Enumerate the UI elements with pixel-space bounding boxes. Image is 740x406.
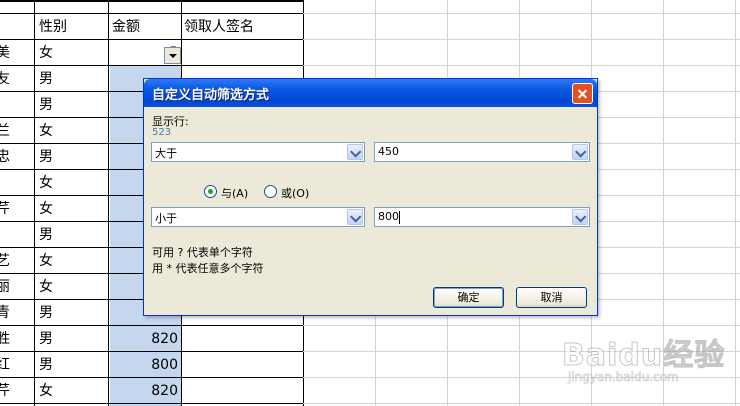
cell-name[interactable]: 青 <box>0 300 34 325</box>
cell-name[interactable] <box>0 92 34 117</box>
chevron-down-icon[interactable] <box>572 144 588 160</box>
condition2-operator-value: 小于 <box>155 212 177 225</box>
condition2-value-input[interactable]: 800 <box>374 207 590 227</box>
cell-gender[interactable]: 男 <box>39 66 107 91</box>
cell-gender[interactable]: 女 <box>39 378 107 403</box>
header-signature[interactable]: 领取人签名 <box>184 14 302 39</box>
cell-gender[interactable]: 男 <box>39 300 107 325</box>
or-radio-label[interactable]: 或(O) <box>281 185 309 201</box>
condition1-operator-select[interactable]: 大于 <box>151 142 365 162</box>
condition2-value-text: 800 <box>378 210 399 223</box>
cell-gender[interactable]: 男 <box>39 92 107 117</box>
cell-gender[interactable]: 女 <box>39 40 107 65</box>
cell-amount[interactable]: 820 <box>110 378 180 403</box>
cell-gender[interactable]: 女 <box>39 196 107 221</box>
cell-gender[interactable]: 男 <box>39 326 107 351</box>
chevron-down-icon[interactable] <box>347 209 363 225</box>
watermark-text: Baidu经验 <box>561 338 726 374</box>
cell-name[interactable] <box>0 222 34 247</box>
cell-gender[interactable]: 女 <box>39 274 107 299</box>
chevron-down-icon[interactable] <box>347 144 363 160</box>
cell-name[interactable]: 兰 <box>0 118 34 143</box>
wildcard-hint-multi: 用 * 代表任意多个字符 <box>152 262 264 275</box>
condition2-operator-select[interactable]: 小于 <box>151 207 365 227</box>
cell-name[interactable]: 友 <box>0 66 34 91</box>
cell-name[interactable]: 忠 <box>0 144 34 169</box>
column-border <box>34 0 35 406</box>
cell-name[interactable] <box>0 170 34 195</box>
cell-name[interactable]: 芹 <box>0 196 34 221</box>
and-radio[interactable] <box>204 185 217 198</box>
dialog-title: 自定义自动筛选方式 <box>152 88 270 103</box>
cell-amount[interactable]: 800 <box>110 352 180 377</box>
cell-name[interactable]: 芹 <box>0 378 34 403</box>
cell-name[interactable]: 胜 <box>0 326 34 351</box>
condition1-value-select[interactable]: 450 <box>374 142 590 162</box>
ok-button[interactable]: 确定 <box>433 287 504 308</box>
close-icon[interactable] <box>572 83 593 104</box>
cell-gender[interactable]: 男 <box>39 352 107 377</box>
condition1-value-text: 450 <box>378 145 399 158</box>
cell-gender[interactable]: 女 <box>39 170 107 195</box>
row-border <box>0 0 303 2</box>
cell-name[interactable]: 丽 <box>0 274 34 299</box>
cell-gender[interactable]: 女 <box>39 248 107 273</box>
cell-amount[interactable]: 820 <box>110 326 180 351</box>
header-amount[interactable]: 金额 <box>112 14 178 39</box>
cancel-button[interactable]: 取消 <box>516 287 587 308</box>
text-caret <box>399 211 400 224</box>
autofilter-dropdown-button[interactable] <box>164 47 181 64</box>
or-radio[interactable] <box>264 185 277 198</box>
cell-name[interactable]: 艺 <box>0 248 34 273</box>
baidu-jingyan-watermark: Baidu经验 jingyan.baidu.com <box>561 330 732 400</box>
cell-gender[interactable]: 男 <box>39 222 107 247</box>
custom-autofilter-dialog: 自定义自动筛选方式 显示行: 523 大于 450 与(A) 或(O) 小于 8… <box>143 78 598 316</box>
cell-gender[interactable]: 男 <box>39 144 107 169</box>
chevron-down-icon[interactable] <box>572 209 588 225</box>
cell-gender[interactable]: 女 <box>39 118 107 143</box>
column-gridline <box>735 0 736 406</box>
field-name-label: 523 <box>152 127 172 138</box>
watermark-subtext: jingyan.baidu.com <box>568 370 679 385</box>
cell-name[interactable]: 红 <box>0 352 34 377</box>
row-border <box>0 403 303 404</box>
wildcard-hint-single: 可用 ? 代表单个字符 <box>152 246 253 259</box>
header-gender[interactable]: 性别 <box>39 14 107 39</box>
condition1-operator-value: 大于 <box>155 147 177 160</box>
column-border <box>108 0 109 406</box>
cell-name[interactable]: 美 <box>0 40 34 65</box>
and-radio-label[interactable]: 与(A) <box>221 185 248 201</box>
dialog-titlebar[interactable]: 自定义自动筛选方式 <box>144 79 597 107</box>
